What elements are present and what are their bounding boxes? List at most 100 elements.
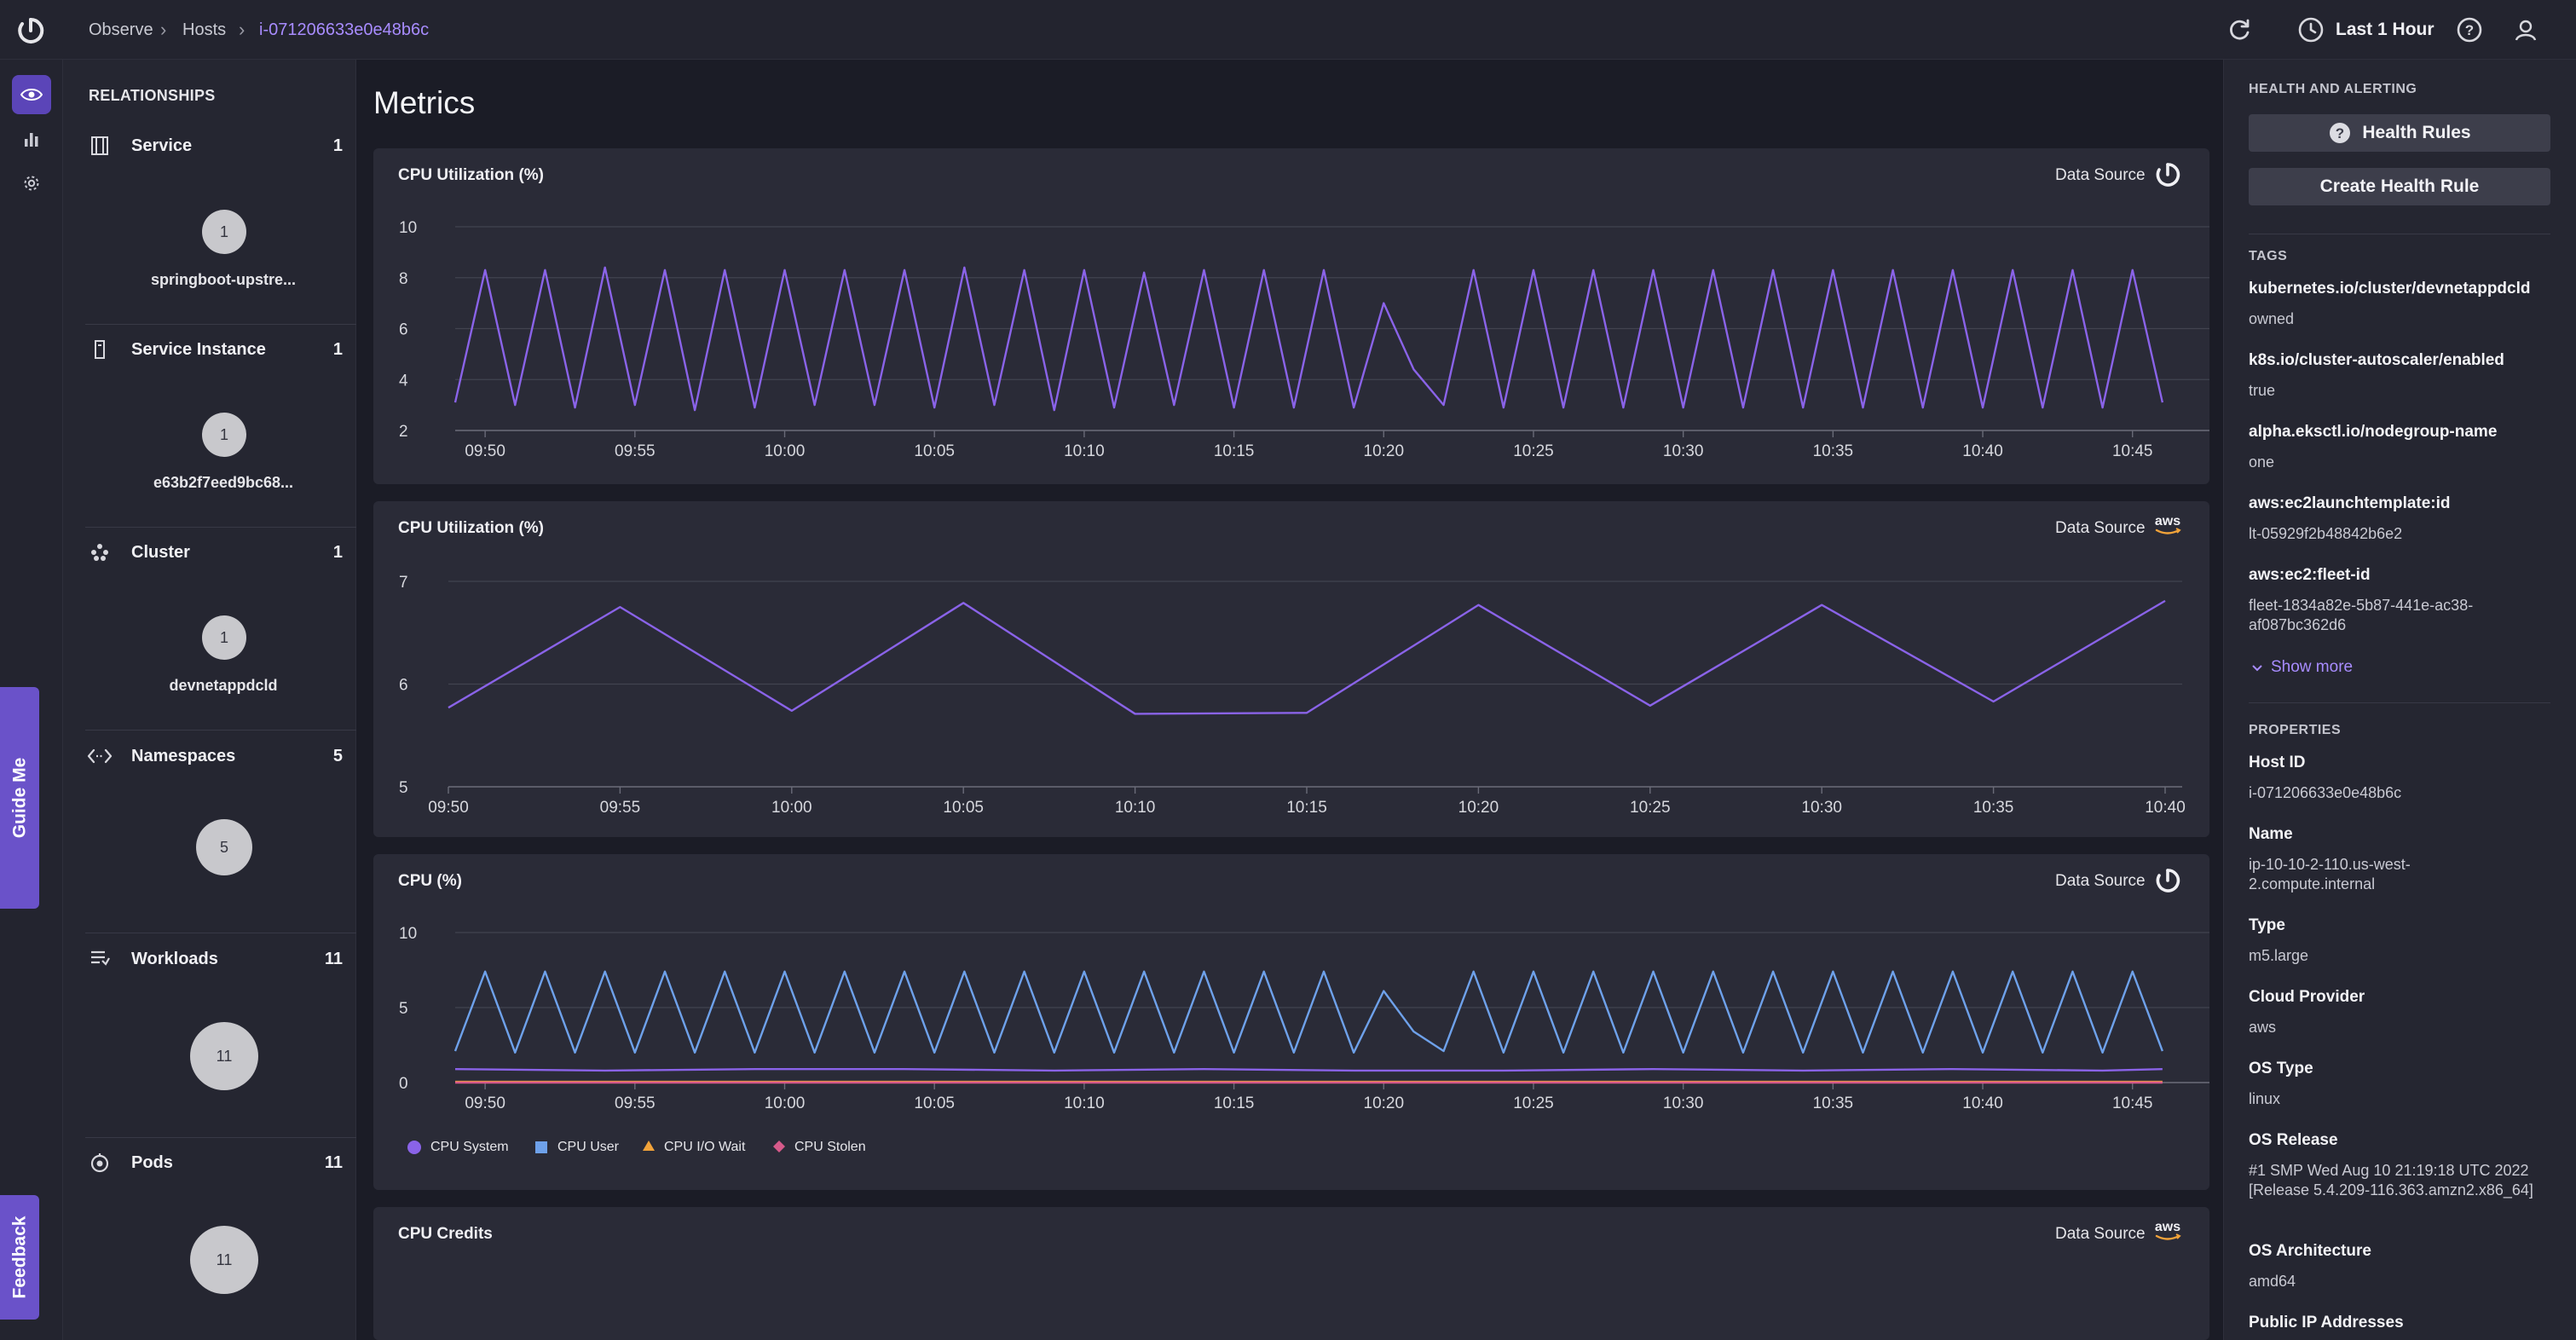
x-tick-label: 10:45 [2112, 442, 2153, 460]
x-tick-label: 10:25 [1513, 1095, 1554, 1112]
properties-heading: PROPERTIES [2249, 723, 2342, 737]
x-tick-label: 10:45 [2112, 1095, 2153, 1112]
x-tick-label: 10:40 [1962, 1095, 2003, 1112]
svg-text:?: ? [2336, 125, 2344, 142]
relationship-count: 11 [324, 950, 343, 968]
relationship-bubble[interactable]: 1 [202, 210, 246, 254]
x-tick-label: 10:30 [1801, 799, 1842, 817]
x-tick-label: 09:55 [615, 1095, 656, 1112]
prop-value: ip-10-10-2-110.us-west-2.compute.interna… [2249, 856, 2411, 892]
legend-swatch-cpu-system [407, 1141, 421, 1154]
service-instance-icon [89, 338, 111, 365]
x-tick-label: 10:25 [1630, 799, 1671, 817]
series-line-cpu-utilization[interactable] [453, 266, 2164, 412]
create-health-rule-button[interactable]: Create Health Rule [2249, 168, 2550, 205]
settings-gear-icon[interactable] [12, 164, 51, 203]
health-rules-button[interactable]: ? Health Rules [2249, 114, 2550, 152]
relationship-bubble[interactable]: 11 [190, 1226, 258, 1294]
relationship-entity-name[interactable]: e63b2f7eed9bc68... [95, 474, 351, 492]
x-tick-label: 09:55 [600, 799, 641, 817]
chart-card-cpu-credits [373, 1207, 2209, 1340]
y-tick-label: 5 [399, 1000, 408, 1018]
cpu-utilization-chart-aws: 5 6 7 09:50 09:55 10:00 10:05 10:10 10:15 10:20 10… [399, 574, 2186, 817]
series-line-cpu-system[interactable] [454, 1067, 2163, 1072]
legend-cpu-user[interactable]: CPU User [557, 1140, 619, 1155]
clock-icon[interactable] [2296, 15, 2325, 44]
series-line-cpu-user[interactable] [453, 970, 2163, 1054]
time-range-selector[interactable]: Last 1 Hour [2336, 17, 2434, 43]
chart-title: CPU Credits [398, 1225, 493, 1243]
y-tick-label: 4 [399, 372, 408, 390]
feedback-tab[interactable]: Feedback [0, 1195, 39, 1320]
relationship-service-instance[interactable]: Service Instance [131, 340, 266, 360]
x-tick-label: 10:35 [1813, 1095, 1854, 1112]
x-tick-label: 09:50 [428, 799, 469, 817]
x-tick-label: 09:55 [615, 442, 656, 460]
relationship-cluster[interactable]: Cluster [131, 543, 190, 563]
show-more-link[interactable]: Show more [2250, 658, 2353, 677]
x-tick-label: 10:30 [1663, 442, 1704, 460]
prop-key: Host ID [2249, 754, 2306, 771]
guide-me-label: Guide Me [9, 757, 30, 839]
breadcrumb-observe[interactable]: Observe [89, 17, 153, 43]
x-tick-label: 10:05 [914, 1095, 955, 1112]
relationship-bubble[interactable]: 11 [190, 1022, 258, 1090]
x-tick-label: 10:00 [765, 1095, 806, 1112]
prop-key: OS Type [2249, 1060, 2313, 1077]
y-tick-label: 6 [399, 677, 408, 695]
breadcrumb-current: i-071206633e0e48b6c [259, 20, 430, 39]
dashboard-bar-chart-icon[interactable] [12, 119, 51, 159]
y-tick-label: 0 [399, 1075, 408, 1093]
y-tick-label: 8 [399, 270, 408, 288]
x-tick-label: 10:35 [1813, 442, 1854, 460]
prop-value: m5.large [2249, 947, 2309, 964]
user-icon[interactable] [2511, 15, 2540, 44]
cluster-icon [89, 541, 111, 568]
prop-value: aws [2249, 1019, 2277, 1036]
app-logo-icon[interactable] [15, 15, 46, 46]
relationships-title: RELATIONSHIPS [89, 87, 216, 104]
relationship-entity-name[interactable]: springboot-upstre... [95, 271, 351, 289]
tag-value: lt-05929f2b48842b6e2 [2249, 525, 2403, 542]
legend-swatch-cpu-io-wait [642, 1139, 656, 1157]
breadcrumb-hosts[interactable]: Hosts [182, 17, 226, 43]
y-tick-label: 2 [399, 423, 408, 441]
guide-me-tab[interactable]: Guide Me [0, 687, 39, 909]
health-alerting-heading: HEALTH AND ALERTING [2249, 82, 2417, 96]
relationship-bubble[interactable]: 1 [202, 413, 246, 457]
x-tick-label: 10:20 [1364, 442, 1405, 460]
relationship-namespaces[interactable]: Namespaces [131, 747, 235, 766]
x-tick-label: 10:05 [914, 442, 955, 460]
x-tick-label: 10:25 [1513, 442, 1554, 460]
relationship-bubble[interactable]: 1 [202, 615, 246, 660]
chevron-right-icon: › [160, 19, 167, 40]
x-tick-label: 09:50 [465, 1095, 505, 1112]
prop-key: Name [2249, 825, 2293, 843]
relationship-entity-name[interactable]: devnetappdcld [95, 677, 351, 695]
x-tick-label: 10:00 [765, 442, 806, 460]
y-tick-label: 10 [399, 219, 417, 237]
relationship-count: 1 [332, 340, 343, 359]
data-source-label[interactable]: Data Source [2055, 1225, 2146, 1244]
workloads-icon [89, 948, 111, 974]
refresh-icon[interactable] [2225, 15, 2254, 44]
page-title: Metrics [373, 85, 476, 120]
relationship-count: 5 [332, 747, 343, 765]
legend-cpu-system[interactable]: CPU System [430, 1140, 509, 1155]
series-line-cpu-utilization[interactable] [448, 599, 2166, 715]
legend-cpu-io-wait[interactable]: CPU I/O Wait [664, 1140, 745, 1155]
divider [85, 324, 356, 325]
relationship-bubble[interactable]: 5 [196, 819, 252, 875]
tag-value: owned [2249, 310, 2295, 327]
relationship-service[interactable]: Service [131, 136, 192, 156]
observe-eye-icon[interactable] [12, 75, 51, 114]
feedback-label: Feedback [9, 1216, 30, 1299]
relationship-pods[interactable]: Pods [131, 1153, 173, 1173]
svg-text:?: ? [2465, 22, 2474, 38]
help-icon[interactable]: ? [2455, 15, 2484, 44]
tag-key: aws:ec2:fleet-id [2249, 566, 2371, 584]
legend-cpu-stolen[interactable]: CPU Stolen [794, 1140, 866, 1155]
service-icon [89, 135, 111, 161]
svg-text:aws: aws [2155, 1220, 2180, 1234]
relationship-workloads[interactable]: Workloads [131, 950, 218, 969]
